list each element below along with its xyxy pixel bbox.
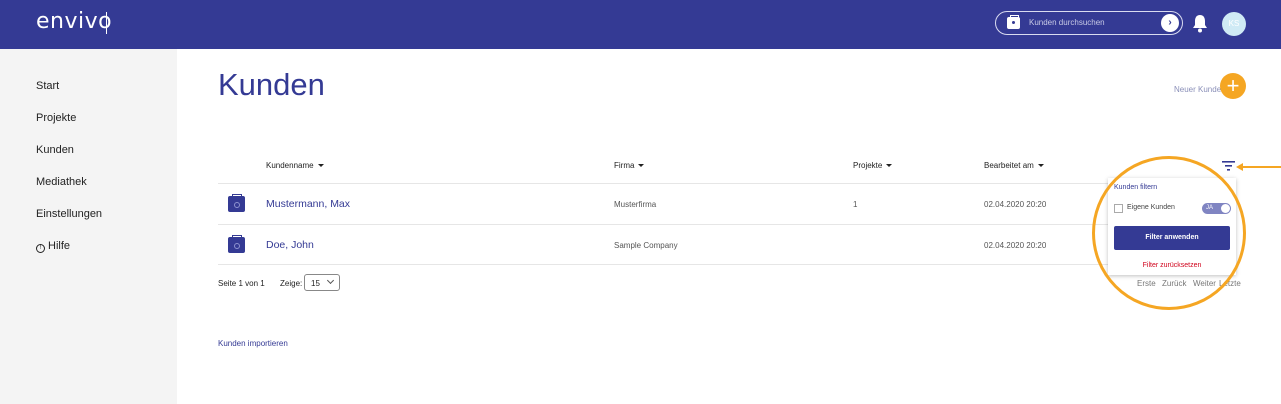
sort-caret-icon	[317, 164, 324, 167]
bell-icon[interactable]	[1192, 13, 1208, 33]
sort-caret-icon	[638, 164, 645, 167]
sidebar-item-hilfe[interactable]: ! Hilfe	[36, 240, 70, 253]
table-divider	[218, 224, 1236, 225]
sidebar-item-label: Hilfe	[48, 240, 71, 252]
column-header-company[interactable]: Firma	[614, 161, 645, 170]
column-label: Projekte	[853, 161, 883, 170]
table-divider	[218, 264, 1236, 265]
sidebar-item-start[interactable]: Start	[36, 80, 59, 92]
arrow-right-icon[interactable]: ›	[1161, 14, 1179, 32]
search-input[interactable]: Kunden durchsuchen	[1029, 18, 1105, 27]
avatar[interactable]: KS	[1222, 12, 1246, 36]
column-header-projects[interactable]: Projekte	[853, 161, 893, 170]
sort-caret-icon	[1037, 164, 1044, 167]
sidebar-item-mediathek[interactable]: Mediathek	[36, 176, 87, 188]
sidebar-item-einstellungen[interactable]: Einstellungen	[36, 208, 102, 220]
company-cell: Musterfirma	[614, 200, 657, 209]
logo-divider	[106, 12, 107, 34]
page-size-value: 15	[311, 279, 320, 288]
highlight-circle	[1092, 156, 1246, 310]
search-box[interactable]: Kunden durchsuchen ›	[995, 11, 1183, 35]
column-header-name[interactable]: Kundenname	[266, 161, 324, 170]
sidebar: Start Projekte Kunden Mediathek Einstell…	[0, 49, 177, 404]
projects-cell: 1	[853, 200, 858, 209]
company-cell: Sample Company	[614, 241, 678, 250]
table-divider	[218, 183, 1236, 184]
top-bar: envivo Kunden durchsuchen › KS	[0, 0, 1281, 49]
chevron-down-icon	[326, 276, 335, 285]
logo[interactable]: envivo	[36, 9, 112, 34]
client-icon	[228, 235, 245, 253]
new-customer-label[interactable]: Neuer Kunde	[1174, 85, 1221, 94]
column-label: Firma	[614, 161, 635, 170]
customer-name-link[interactable]: Doe, John	[266, 239, 314, 251]
customer-name-link[interactable]: Mustermann, Max	[266, 198, 350, 210]
page-size-label: Zeige:	[280, 279, 303, 288]
import-customers-link[interactable]: Kunden importieren	[218, 339, 288, 348]
sidebar-item-kunden[interactable]: Kunden	[36, 144, 74, 156]
help-circle-icon: !	[36, 244, 45, 253]
add-customer-button[interactable]: +	[1220, 73, 1246, 99]
client-icon	[1007, 15, 1020, 29]
page-indicator: Seite 1 von 1	[218, 279, 265, 288]
column-label: Bearbeitet am	[984, 161, 1034, 170]
annotation-arrow-line	[1242, 166, 1281, 168]
page-size-select[interactable]: 15	[304, 274, 340, 291]
edited-cell: 02.04.2020 20:20	[984, 241, 1047, 250]
sort-caret-icon	[886, 164, 893, 167]
column-header-edited[interactable]: Bearbeitet am	[984, 161, 1044, 170]
annotation-arrow-head	[1236, 163, 1243, 171]
sidebar-item-projekte[interactable]: Projekte	[36, 112, 76, 124]
column-label: Kundenname	[266, 161, 314, 170]
page-title: Kunden	[218, 67, 325, 102]
filter-icon[interactable]	[1222, 161, 1235, 171]
edited-cell: 02.04.2020 20:20	[984, 200, 1047, 209]
client-icon	[228, 194, 245, 212]
